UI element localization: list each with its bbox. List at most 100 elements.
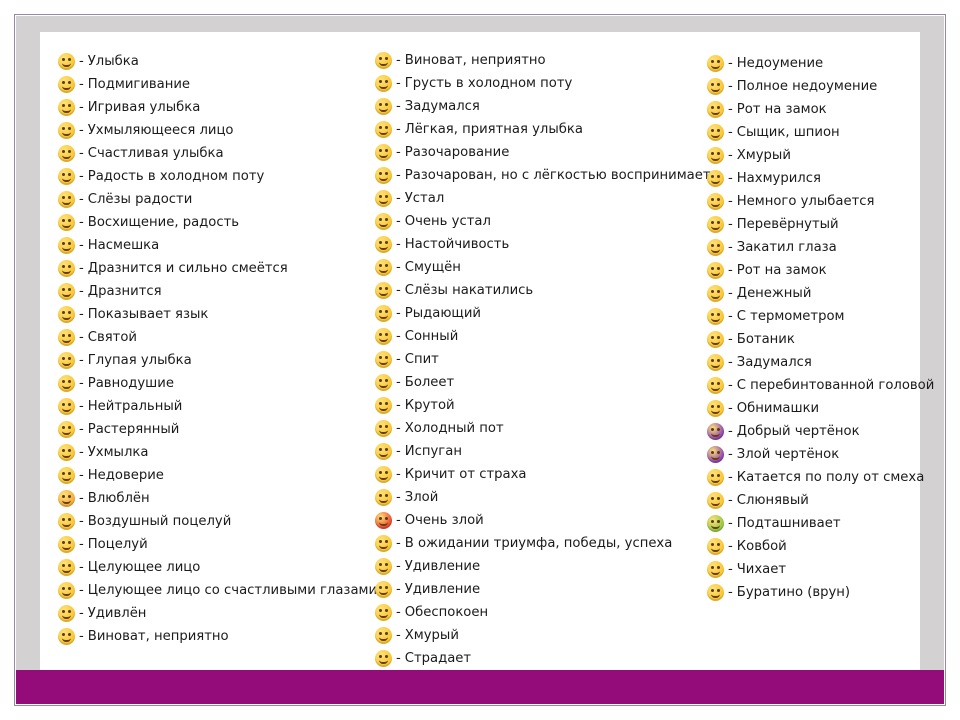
crying-icon bbox=[375, 305, 392, 322]
frowning-icon bbox=[375, 627, 392, 644]
nauseated-icon bbox=[707, 515, 724, 532]
emoji-list-item: - Грусть в холодном поту bbox=[375, 72, 711, 95]
emoji-label: Виноват, неприятно bbox=[404, 53, 546, 68]
emoji-list-item: - Спит bbox=[375, 348, 711, 371]
item-separator: - bbox=[396, 375, 401, 390]
emoji-list-item: - Полное недоумение bbox=[707, 75, 934, 98]
item-separator: - bbox=[79, 215, 84, 230]
emoji-list-item: - Обеспокоен bbox=[375, 601, 711, 624]
emoji-list-item: -С термометром bbox=[707, 305, 934, 328]
emoji-list-item: - Улыбка bbox=[58, 50, 377, 73]
emoji-label: Дразнится и сильно смеётся bbox=[87, 261, 288, 276]
sick-mask-icon bbox=[375, 374, 392, 391]
emoji-list-item: - Злой bbox=[375, 486, 711, 509]
laughing-teasing-icon bbox=[58, 260, 75, 277]
emoji-label: Добрый чертёнок bbox=[736, 424, 860, 439]
item-separator: - bbox=[728, 470, 733, 485]
delight-icon bbox=[58, 214, 75, 231]
emoji-column-1: - Улыбка - Подмигивание - Игривая улыбка - Ухмы… bbox=[58, 50, 377, 648]
emoji-list-item: - Немного улыбается bbox=[707, 190, 934, 213]
item-separator: - bbox=[396, 444, 401, 459]
emoji-label: Грусть в холодном поту bbox=[404, 76, 573, 91]
emoji-list-item: - Восхищение, радость bbox=[58, 211, 377, 234]
item-separator: - bbox=[396, 99, 401, 114]
item-separator: - bbox=[79, 123, 84, 138]
item-separator: - bbox=[79, 307, 84, 322]
puzzled-icon bbox=[707, 55, 724, 72]
item-separator: - bbox=[396, 214, 401, 229]
heart-eyes-icon bbox=[58, 490, 75, 507]
emoji-list-item: - Ковбой bbox=[707, 535, 934, 558]
emoji-list-item: - Целующее лицо со счастливыми глазами bbox=[58, 579, 377, 602]
halo-icon bbox=[58, 329, 75, 346]
emoji-list-item: - Чихает bbox=[707, 558, 934, 581]
emoji-label: С термометром bbox=[736, 309, 845, 324]
emoji-label: Нейтральный bbox=[87, 399, 183, 414]
teasing-icon bbox=[58, 283, 75, 300]
mockery-icon bbox=[58, 237, 75, 254]
emoji-list-item: - Хмурый bbox=[375, 624, 711, 647]
lying-face-icon bbox=[707, 584, 724, 601]
disappointed-icon bbox=[375, 144, 392, 161]
emoji-label: Рыдающий bbox=[404, 306, 481, 321]
item-separator: - bbox=[728, 171, 733, 186]
item-separator: - bbox=[396, 145, 401, 160]
emoji-label: Влюблён bbox=[87, 491, 150, 506]
item-separator: - bbox=[728, 79, 733, 94]
item-separator: - bbox=[79, 77, 84, 92]
detective-icon bbox=[707, 124, 724, 141]
frowning-face-icon bbox=[707, 147, 724, 164]
emoji-list-item: - Игривая улыбка bbox=[58, 96, 377, 119]
emoji-list-item: - Счастливая улыбка bbox=[58, 142, 377, 165]
item-separator: - bbox=[79, 284, 84, 299]
sleepy-icon bbox=[375, 328, 392, 345]
emoji-label: Задумался bbox=[736, 355, 812, 370]
emoji-label: Счастливая улыбка bbox=[87, 146, 224, 161]
smiling-imp-icon bbox=[707, 423, 724, 440]
item-separator: - bbox=[79, 583, 84, 598]
emoji-list-item: - Влюблён bbox=[58, 487, 377, 510]
emoji-list-item: - Задумался bbox=[375, 95, 711, 118]
emoji-label: В ожидании триумфа, победы, успеха bbox=[404, 536, 673, 551]
kissing-smiling-eyes-icon bbox=[58, 582, 75, 599]
emoji-label: Очень устал bbox=[404, 214, 491, 229]
emoji-label: Ковбой bbox=[736, 539, 787, 554]
item-separator: - bbox=[396, 398, 401, 413]
item-separator: - bbox=[396, 352, 401, 367]
item-separator: - bbox=[728, 447, 733, 462]
cold-sweat-icon bbox=[375, 420, 392, 437]
item-separator: - bbox=[79, 606, 84, 621]
zipper-mouth-icon bbox=[707, 262, 724, 279]
kiss-icon bbox=[58, 536, 75, 553]
emoji-list-item: - Радость в холодном поту bbox=[58, 165, 377, 188]
very-angry-icon bbox=[375, 512, 392, 529]
emoji-list-item: - Дразнится и сильно смеётся bbox=[58, 257, 377, 280]
item-separator: - bbox=[728, 493, 733, 508]
slightly-smiling-icon bbox=[707, 193, 724, 210]
item-separator: - bbox=[79, 54, 84, 69]
emoji-list-item: - Поцелуй bbox=[58, 533, 377, 556]
emoji-label: Очень злой bbox=[404, 513, 484, 528]
emoji-label: Холодный пот bbox=[404, 421, 504, 436]
tears-of-joy-icon bbox=[58, 191, 75, 208]
persevering-icon bbox=[375, 236, 392, 253]
item-separator: - bbox=[728, 240, 733, 255]
emoji-label: Святой bbox=[87, 330, 137, 345]
item-separator: - bbox=[79, 376, 84, 391]
eye-roll-icon bbox=[707, 239, 724, 256]
item-separator: - bbox=[728, 401, 733, 416]
emoji-label: Злой bbox=[404, 490, 439, 505]
emoji-label: Сыщик, шпион bbox=[736, 125, 840, 140]
emoji-label: Насмешка bbox=[87, 238, 160, 253]
emoji-list-item: - Слюнявый bbox=[707, 489, 934, 512]
emoji-list-item: - Сонный bbox=[375, 325, 711, 348]
item-separator: - bbox=[396, 605, 401, 620]
emoji-list-item: - Ботаник bbox=[707, 328, 934, 351]
emoji-list-item: - Задумался bbox=[707, 351, 934, 374]
item-separator: - bbox=[728, 286, 733, 301]
emoji-column-2: - Виноват, неприятно - Грусть в холодном по… bbox=[375, 49, 711, 670]
emoji-label: Болеет bbox=[404, 375, 455, 390]
utter-confusion-icon bbox=[707, 78, 724, 95]
item-separator: - bbox=[79, 514, 84, 529]
bandaged-head-icon bbox=[707, 377, 724, 394]
